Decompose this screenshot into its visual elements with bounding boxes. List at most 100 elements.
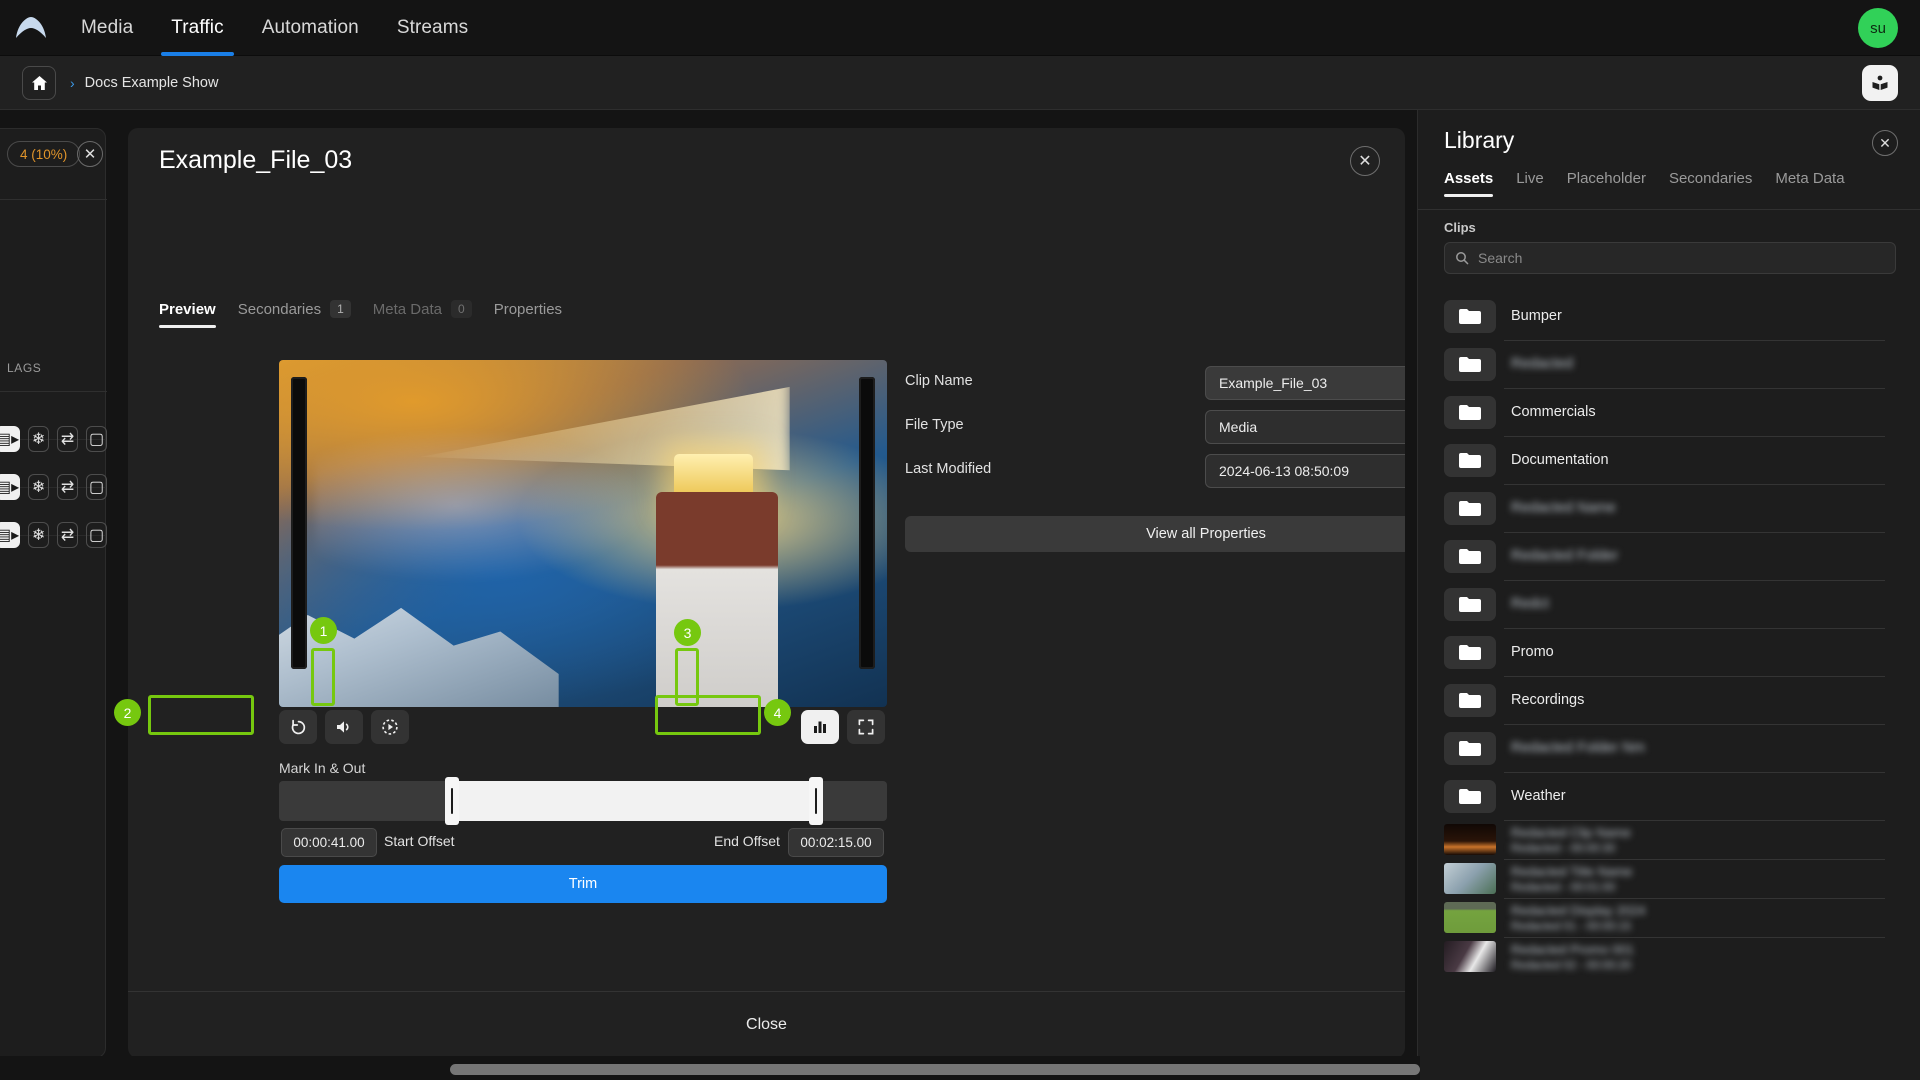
divider bbox=[0, 199, 107, 200]
start-offset-input[interactable]: 00:00:41.00 bbox=[281, 828, 377, 857]
mark-in-out-track[interactable] bbox=[279, 781, 887, 821]
tab-meta-data[interactable]: Meta Data bbox=[1775, 170, 1844, 197]
docs-button[interactable] bbox=[1862, 65, 1898, 101]
stop-icon[interactable]: ▢ bbox=[86, 474, 107, 500]
flag-row: ▤▸ ❄ ⇄ ▢ bbox=[0, 463, 107, 511]
dialog-close-button[interactable]: ✕ bbox=[1350, 146, 1380, 176]
mark-out-handle[interactable] bbox=[809, 777, 823, 825]
folder-label: Weather bbox=[1511, 788, 1566, 804]
tab-secondaries[interactable]: Secondaries 1 bbox=[238, 300, 351, 328]
playback-speed-icon bbox=[381, 718, 399, 736]
left-panel-close-button[interactable]: ✕ bbox=[77, 141, 103, 167]
video-preview[interactable] bbox=[279, 360, 887, 707]
list-item[interactable]: Redacted Display 2024 Redacted 01 - 00:0… bbox=[1418, 898, 1920, 937]
flag-row: ▤▸ ❄ ⇄ ▢ bbox=[0, 511, 107, 559]
close-button[interactable]: Close bbox=[128, 992, 1405, 1058]
tab-count-badge: 1 bbox=[330, 300, 351, 318]
freeze-icon[interactable]: ❄ bbox=[28, 426, 49, 452]
fullscreen-button[interactable] bbox=[847, 710, 885, 744]
tab-live[interactable]: Live bbox=[1516, 170, 1544, 197]
list-item[interactable]: Redacted Folder bbox=[1418, 532, 1920, 580]
loop-icon[interactable]: ⇄ bbox=[57, 426, 78, 452]
library-list[interactable]: Bumper Redacted Commercials Documentatio… bbox=[1418, 292, 1920, 1080]
tab-meta-data[interactable]: Meta Data 0 bbox=[373, 300, 472, 328]
list-item[interactable]: Redct bbox=[1418, 580, 1920, 628]
dialog-tabs: Preview Secondaries 1 Meta Data 0 Proper… bbox=[159, 300, 562, 328]
media-item-text: Redacted Promo 001 Redacted 02 - 00:00:2… bbox=[1511, 942, 1634, 972]
search-icon bbox=[1455, 251, 1469, 265]
tab-count-badge: 0 bbox=[451, 300, 472, 318]
horizontal-scrollbar[interactable] bbox=[450, 1064, 1420, 1075]
freeze-icon[interactable]: ❄ bbox=[28, 522, 49, 548]
tab-assets[interactable]: Assets bbox=[1444, 170, 1493, 197]
loop-icon[interactable]: ⇄ bbox=[57, 522, 78, 548]
playback-speed-button[interactable] bbox=[371, 710, 409, 744]
start-offset-label: Start Offset bbox=[384, 833, 455, 849]
folder-icon bbox=[1444, 540, 1496, 573]
media-item-title: Redacted Title Name bbox=[1511, 864, 1632, 879]
replay-button[interactable] bbox=[279, 710, 317, 744]
file-type-input[interactable]: Media bbox=[1205, 410, 1405, 444]
tab-placeholder[interactable]: Placeholder bbox=[1567, 170, 1646, 197]
mountain-logo[interactable] bbox=[0, 15, 62, 41]
search-input[interactable] bbox=[1478, 250, 1885, 266]
tab-secondaries[interactable]: Secondaries bbox=[1669, 170, 1752, 197]
list-item[interactable]: Commercials bbox=[1418, 388, 1920, 436]
list-item[interactable]: Redacted Title Name Redacted - 00:01:00 bbox=[1418, 859, 1920, 898]
nav-item-media[interactable]: Media bbox=[62, 0, 152, 56]
media-item-title: Redacted Display 2024 bbox=[1511, 903, 1645, 918]
clip-name-input[interactable]: Example_File_03 bbox=[1205, 366, 1405, 400]
library-close-button[interactable]: ✕ bbox=[1872, 130, 1898, 156]
nav-item-traffic[interactable]: Traffic bbox=[152, 0, 242, 56]
home-button[interactable] bbox=[22, 66, 56, 100]
trim-button[interactable]: Trim bbox=[279, 865, 887, 903]
list-item[interactable]: Redacted Promo 001 Redacted 02 - 00:00:2… bbox=[1418, 937, 1920, 976]
last-modified-input[interactable]: 2024-06-13 08:50:09 bbox=[1205, 454, 1405, 488]
avatar-initials: su bbox=[1870, 20, 1886, 37]
media-item-subtitle: Redacted 01 - 00:00:15 bbox=[1511, 921, 1645, 933]
playlist-play-icon[interactable]: ▤▸ bbox=[0, 522, 20, 548]
playlist-play-icon[interactable]: ▤▸ bbox=[0, 474, 20, 500]
list-item[interactable]: Weather bbox=[1418, 772, 1920, 820]
list-item[interactable]: Redacted bbox=[1418, 340, 1920, 388]
list-item[interactable]: Redacted Name bbox=[1418, 484, 1920, 532]
stop-icon[interactable]: ▢ bbox=[86, 426, 107, 452]
home-icon bbox=[31, 75, 48, 91]
end-offset-input[interactable]: 00:02:15.00 bbox=[788, 828, 884, 857]
stop-icon[interactable]: ▢ bbox=[86, 522, 107, 548]
list-item[interactable]: Recordings bbox=[1418, 676, 1920, 724]
playlist-play-icon[interactable]: ▤▸ bbox=[0, 426, 20, 452]
annotation-marker-4: 4 bbox=[764, 699, 791, 726]
tab-properties[interactable]: Properties bbox=[494, 301, 562, 328]
avatar[interactable]: su bbox=[1858, 8, 1898, 48]
media-item-title: Redacted Promo 001 bbox=[1511, 942, 1634, 957]
nav-item-label: Media bbox=[81, 17, 133, 39]
mark-in-handle[interactable] bbox=[445, 777, 459, 825]
audio-levels-button[interactable] bbox=[801, 710, 839, 744]
freeze-icon[interactable]: ❄ bbox=[28, 474, 49, 500]
breadcrumb-path[interactable]: Docs Example Show bbox=[85, 75, 219, 91]
search-input-wrapper[interactable] bbox=[1444, 242, 1896, 274]
field-label: File Type bbox=[905, 417, 964, 433]
volume-button[interactable] bbox=[325, 710, 363, 744]
annotation-box-2 bbox=[148, 695, 254, 735]
loop-icon[interactable]: ⇄ bbox=[57, 474, 78, 500]
list-item[interactable]: Redacted Clip Name Redacted - 00:00:30 bbox=[1418, 820, 1920, 859]
top-navigation-bar: Media Traffic Automation Streams su bbox=[0, 0, 1920, 56]
list-item[interactable]: Redacted Folder Nm bbox=[1418, 724, 1920, 772]
folder-label: Recordings bbox=[1511, 692, 1584, 708]
left-side-panel: 4 (10%) ✕ LAGS ▤▸ ❄ ⇄ ▢ ▤▸ ❄ ⇄ ▢ ▤▸ ❄ ⇄ … bbox=[0, 128, 106, 1058]
annotation-box-1 bbox=[311, 648, 335, 706]
list-item[interactable]: Documentation bbox=[1418, 436, 1920, 484]
nav-item-automation[interactable]: Automation bbox=[243, 0, 378, 56]
app-root: Media Traffic Automation Streams su › Do… bbox=[0, 0, 1920, 1080]
replay-icon bbox=[290, 719, 307, 736]
list-item[interactable]: Bumper bbox=[1418, 292, 1920, 340]
list-item[interactable]: Promo bbox=[1418, 628, 1920, 676]
thumbnail bbox=[1444, 902, 1496, 933]
nav-item-streams[interactable]: Streams bbox=[378, 0, 487, 56]
folder-label: Redacted Folder Nm bbox=[1511, 740, 1645, 756]
view-all-properties-button[interactable]: View all Properties bbox=[905, 516, 1405, 552]
tab-preview[interactable]: Preview bbox=[159, 301, 216, 328]
folder-label: Redacted bbox=[1511, 356, 1573, 372]
